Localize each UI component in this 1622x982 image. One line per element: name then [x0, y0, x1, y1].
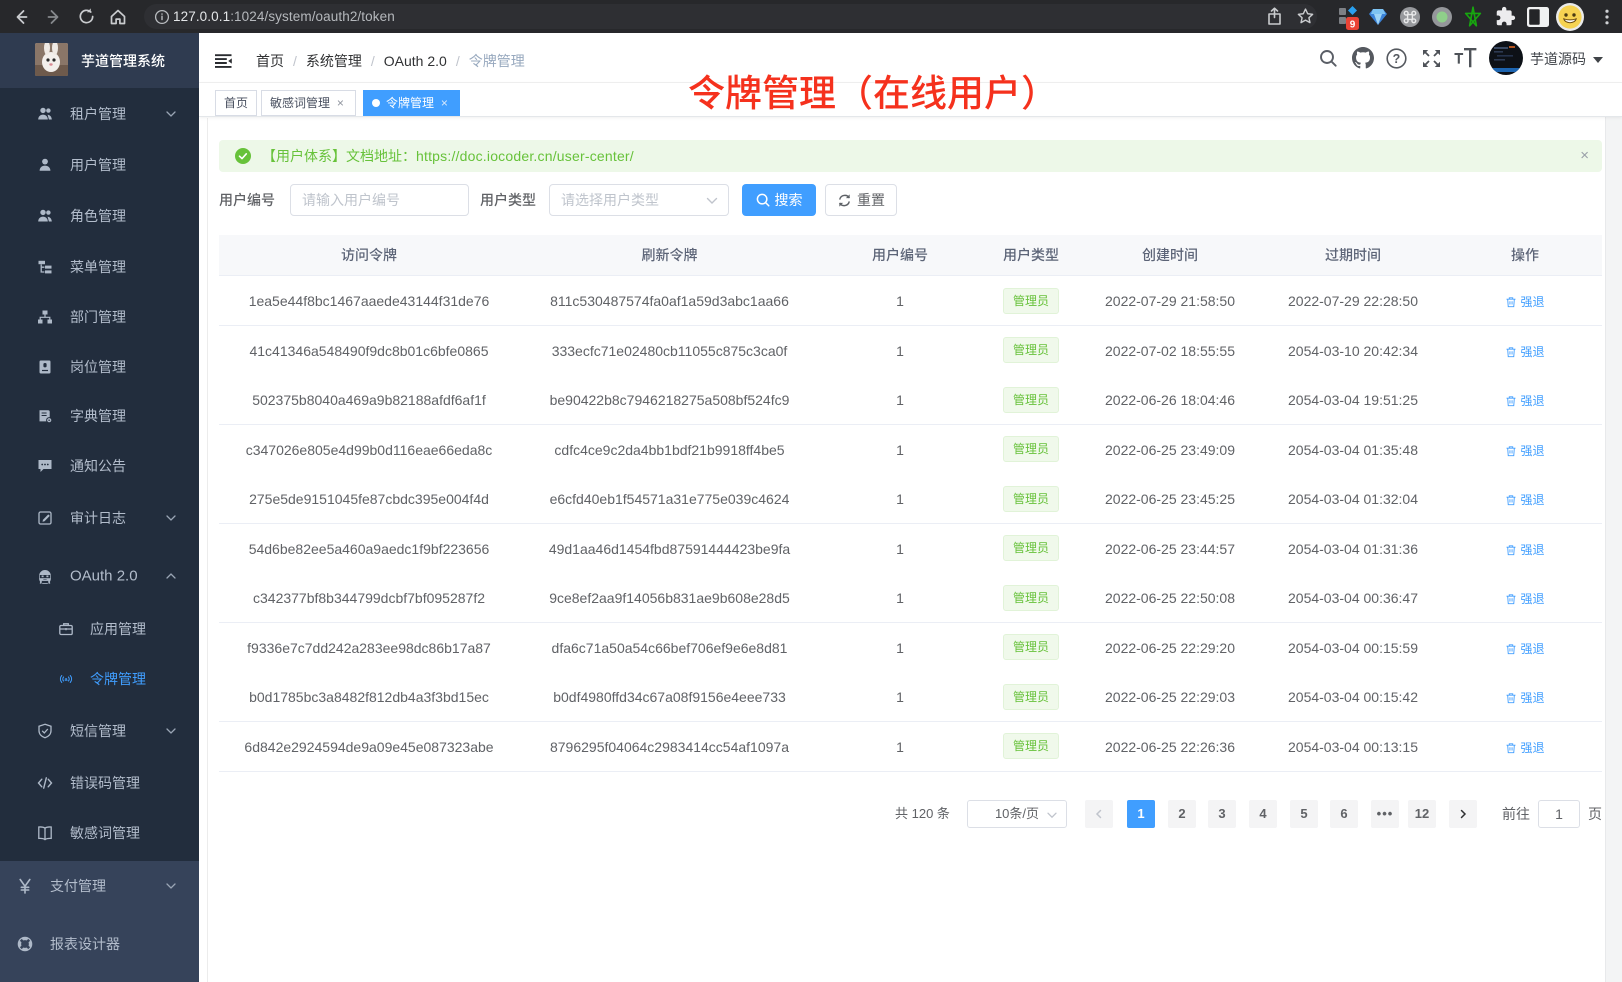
- svg-text:a: a: [64, 677, 68, 683]
- svg-text:?: ?: [1392, 51, 1400, 65]
- svg-text:9: 9: [1350, 19, 1356, 30]
